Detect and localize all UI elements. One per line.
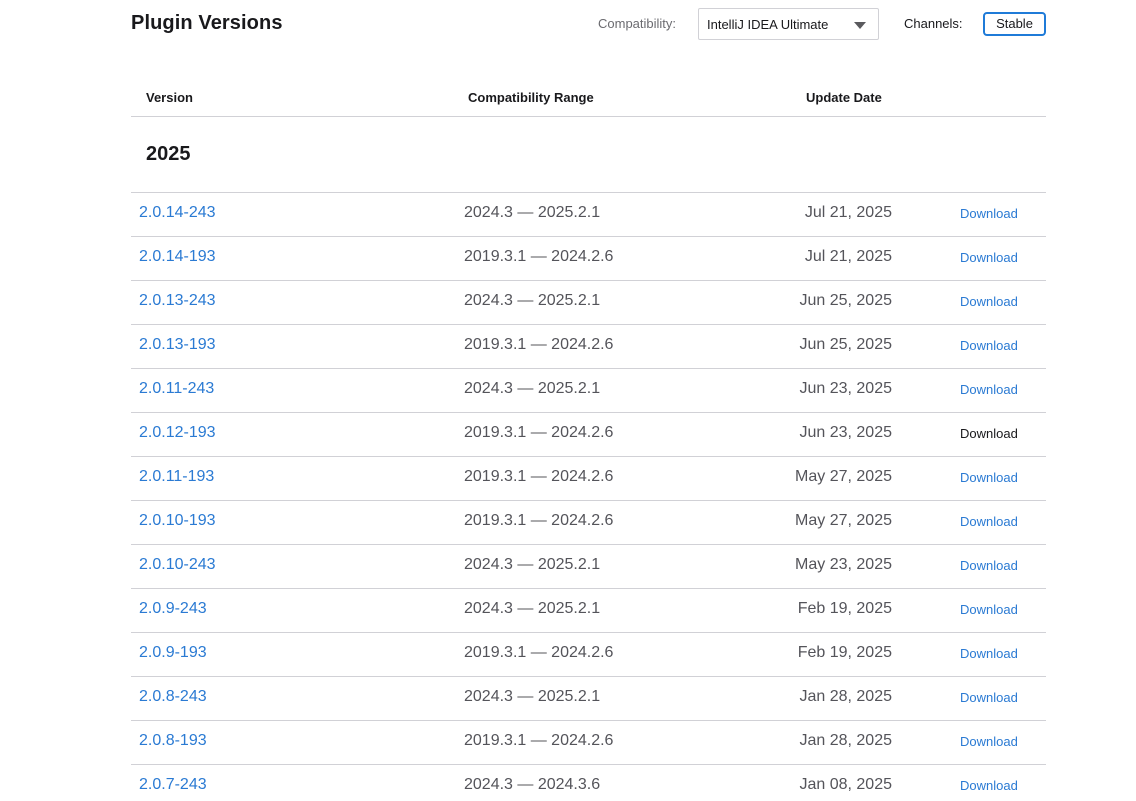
compatibility-range: 2019.3.1 — 2024.2.6 bbox=[464, 732, 614, 749]
update-date: Jan 28, 2025 bbox=[799, 688, 892, 705]
version-link[interactable]: 2.0.12-193 bbox=[139, 424, 216, 442]
column-header-version: Version bbox=[146, 90, 193, 105]
download-link[interactable]: Download bbox=[960, 382, 1018, 397]
table-row: 2.0.13-193 2019.3.1 — 2024.2.6 Jun 25, 202… bbox=[131, 325, 1046, 369]
version-link[interactable]: 2.0.11-193 bbox=[139, 468, 214, 486]
chevron-down-icon bbox=[854, 22, 866, 29]
compatibility-label: Compatibility: bbox=[598, 16, 677, 31]
download-link[interactable]: Download bbox=[960, 734, 1018, 749]
update-date: May 27, 2025 bbox=[795, 512, 892, 529]
compatibility-select-value: IntelliJ IDEA Ultimate bbox=[707, 17, 829, 32]
update-date: Jun 23, 2025 bbox=[799, 424, 892, 441]
channels-label: Channels: bbox=[904, 16, 963, 31]
table-row: 2.0.10-193 2019.3.1 — 2024.2.6 May 27, 202… bbox=[131, 501, 1046, 545]
compatibility-range: 2024.3 — 2025.2.1 bbox=[464, 292, 601, 309]
table-row: 2.0.8-193 2019.3.1 — 2024.2.6 Jan 28, 2025… bbox=[131, 721, 1046, 765]
compatibility-range: 2024.3 — 2025.2.1 bbox=[464, 380, 601, 397]
version-link[interactable]: 2.0.7-243 bbox=[139, 776, 207, 794]
table-row: 2.0.11-243 2024.3 — 2025.2.1 Jun 23, 2025 D… bbox=[131, 369, 1046, 413]
compatibility-range: 2024.3 — 2025.2.1 bbox=[464, 688, 601, 705]
download-link[interactable]: Download bbox=[960, 294, 1018, 309]
versions-table-header: Version Compatibility Range Update Date bbox=[131, 80, 1046, 117]
update-date: Feb 19, 2025 bbox=[797, 644, 892, 661]
version-link[interactable]: 2.0.11-243 bbox=[139, 380, 214, 398]
update-date: Jan 08, 2025 bbox=[799, 776, 892, 793]
download-link[interactable]: Download bbox=[960, 778, 1018, 793]
compatibility-range: 2019.3.1 — 2024.2.6 bbox=[464, 644, 614, 661]
plugin-versions-page: Plugin Versions Compatibility: IntelliJ … bbox=[0, 0, 1136, 801]
update-date: Jan 28, 2025 bbox=[799, 732, 892, 749]
column-header-update-date: Update Date bbox=[806, 90, 882, 105]
compatibility-range: 2024.3 — 2025.2.1 bbox=[464, 600, 601, 617]
download-link[interactable]: Download bbox=[960, 690, 1018, 705]
table-row: 2.0.11-193 2019.3.1 — 2024.2.6 May 27, 202… bbox=[131, 457, 1046, 501]
download-link[interactable]: Download bbox=[960, 602, 1018, 617]
version-link[interactable]: 2.0.14-243 bbox=[139, 204, 216, 222]
download-link[interactable]: Download bbox=[960, 646, 1018, 661]
update-date: May 27, 2025 bbox=[795, 468, 892, 485]
download-link[interactable]: Download bbox=[960, 558, 1018, 573]
versions-table-body: 2.0.14-243 2024.3 — 2025.2.1 Jul 21, 2025 D… bbox=[131, 193, 1046, 801]
version-link[interactable]: 2.0.10-243 bbox=[139, 556, 216, 574]
year-group: 2025 bbox=[131, 117, 1046, 193]
table-row: 2.0.14-243 2024.3 — 2025.2.1 Jul 21, 2025 D… bbox=[131, 193, 1046, 237]
version-link[interactable]: 2.0.9-193 bbox=[139, 644, 207, 662]
update-date: Jul 21, 2025 bbox=[804, 248, 892, 265]
update-date: Jun 25, 2025 bbox=[799, 336, 892, 353]
update-date: Jun 25, 2025 bbox=[799, 292, 892, 309]
download-link[interactable]: Download bbox=[960, 426, 1018, 441]
compatibility-range: 2024.3 — 2025.2.1 bbox=[464, 556, 601, 573]
update-date: Jul 21, 2025 bbox=[804, 204, 892, 221]
version-link[interactable]: 2.0.13-193 bbox=[139, 336, 216, 354]
channel-stable-button[interactable]: Stable bbox=[983, 12, 1046, 36]
update-date: Feb 19, 2025 bbox=[797, 600, 892, 617]
table-row: 2.0.9-193 2019.3.1 — 2024.2.6 Feb 19, 2025… bbox=[131, 633, 1046, 677]
update-date: Jun 23, 2025 bbox=[799, 380, 892, 397]
compatibility-range: 2019.3.1 — 2024.2.6 bbox=[464, 468, 614, 485]
download-link[interactable]: Download bbox=[960, 514, 1018, 529]
compatibility-range: 2019.3.1 — 2024.2.6 bbox=[464, 512, 614, 529]
compatibility-range: 2024.3 — 2024.3.6 bbox=[464, 776, 601, 793]
version-link[interactable]: 2.0.8-193 bbox=[139, 732, 207, 750]
compatibility-select[interactable]: IntelliJ IDEA Ultimate bbox=[698, 8, 879, 40]
table-row: 2.0.10-243 2024.3 — 2025.2.1 May 23, 2025 D… bbox=[131, 545, 1046, 589]
version-link[interactable]: 2.0.14-193 bbox=[139, 248, 216, 266]
version-link[interactable]: 2.0.13-243 bbox=[139, 292, 216, 310]
version-link[interactable]: 2.0.9-243 bbox=[139, 600, 207, 618]
download-link[interactable]: Download bbox=[960, 250, 1018, 265]
version-link[interactable]: 2.0.8-243 bbox=[139, 688, 207, 706]
table-row: 2.0.7-243 2024.3 — 2024.3.6 Jan 08, 2025 Do… bbox=[131, 765, 1046, 801]
compatibility-range: 2024.3 — 2025.2.1 bbox=[464, 204, 601, 221]
compatibility-range: 2019.3.1 — 2024.2.6 bbox=[464, 248, 614, 265]
download-link[interactable]: Download bbox=[960, 338, 1018, 353]
update-date: May 23, 2025 bbox=[795, 556, 892, 573]
compatibility-range: 2019.3.1 — 2024.2.6 bbox=[464, 336, 614, 353]
table-row: 2.0.14-193 2019.3.1 — 2024.2.6 Jul 21, 202… bbox=[131, 237, 1046, 281]
column-header-compatibility: Compatibility Range bbox=[468, 90, 594, 105]
page-title: Plugin Versions bbox=[131, 12, 283, 34]
version-link[interactable]: 2.0.10-193 bbox=[139, 512, 216, 530]
compatibility-range: 2019.3.1 — 2024.2.6 bbox=[464, 424, 614, 441]
table-row: 2.0.8-243 2024.3 — 2025.2.1 Jan 28, 2025 Do… bbox=[131, 677, 1046, 721]
table-row: 2.0.12-193 2019.3.1 — 2024.2.6 Jun 23, 202… bbox=[131, 413, 1046, 457]
table-row: 2.0.13-243 2024.3 — 2025.2.1 Jun 25, 2025 D… bbox=[131, 281, 1046, 325]
download-link[interactable]: Download bbox=[960, 470, 1018, 485]
year-heading: 2025 bbox=[146, 143, 191, 165]
download-link[interactable]: Download bbox=[960, 206, 1018, 221]
versions-header: Plugin Versions Compatibility: IntelliJ … bbox=[131, 0, 1046, 48]
table-row: 2.0.9-243 2024.3 — 2025.2.1 Feb 19, 2025 Do… bbox=[131, 589, 1046, 633]
